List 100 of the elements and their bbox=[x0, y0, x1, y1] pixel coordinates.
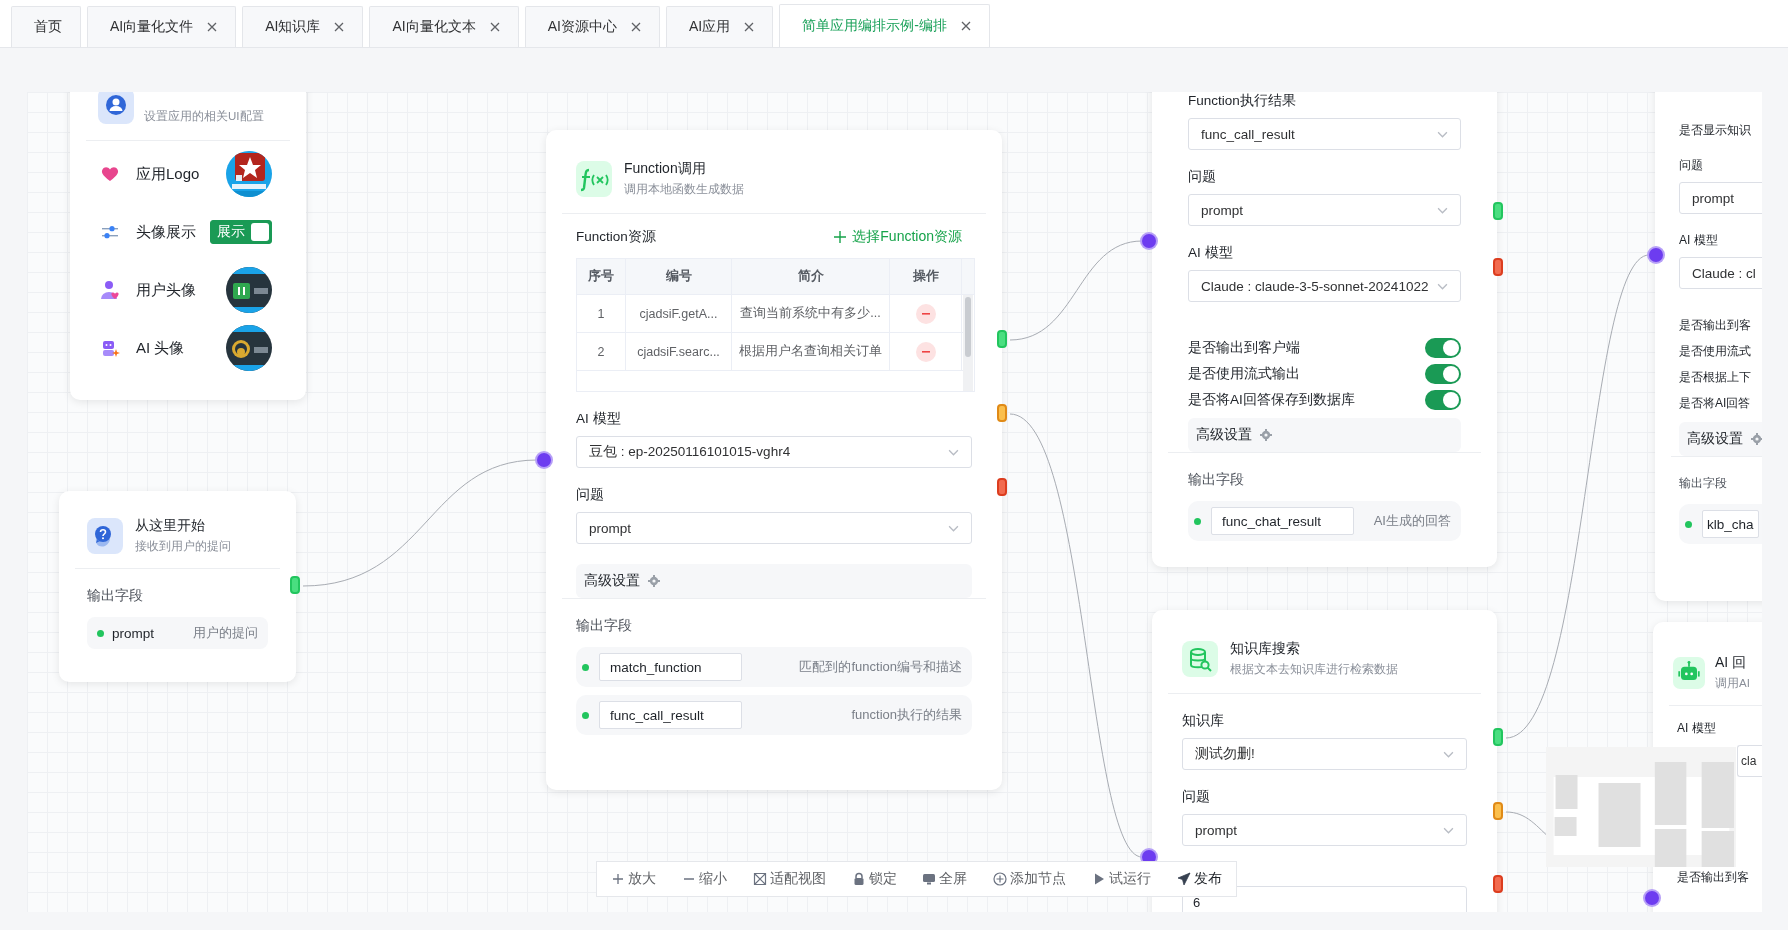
node-title: AI 回 bbox=[1715, 654, 1748, 672]
select-field[interactable]: Claude : cl bbox=[1679, 257, 1762, 289]
close-icon[interactable] bbox=[207, 22, 218, 32]
tab[interactable]: AI知识库 bbox=[242, 6, 364, 47]
remove-button[interactable] bbox=[915, 303, 936, 324]
status-dot bbox=[1685, 520, 1692, 528]
connection-handle[interactable] bbox=[1493, 202, 1503, 220]
field-label: AI 模型 bbox=[1677, 720, 1717, 737]
minus-icon bbox=[921, 312, 930, 315]
connection-handle[interactable] bbox=[997, 478, 1007, 496]
connection-handle[interactable] bbox=[1493, 875, 1503, 893]
select-field[interactable]: Claude : claude-3-5-sonnet-20241022 bbox=[1188, 270, 1461, 302]
function-icon bbox=[576, 160, 612, 197]
close-icon[interactable] bbox=[334, 22, 345, 32]
toolbar-button[interactable]: 全屏 bbox=[922, 870, 968, 888]
toolbar-button[interactable]: 发布 bbox=[1176, 870, 1222, 888]
option-label: 是否显示知识 bbox=[1679, 122, 1752, 139]
option-label: 是否使用流式 bbox=[1679, 343, 1752, 360]
toolbar-button[interactable]: 试运行 bbox=[1092, 870, 1152, 888]
table-cell: cjadsiF.getA... bbox=[626, 295, 732, 332]
chevron-down-icon bbox=[1443, 826, 1454, 834]
advanced-settings[interactable]: 高级设置 bbox=[1679, 422, 1762, 456]
tab[interactable]: AI向量化文本 bbox=[369, 6, 519, 47]
table-cell: cjadsiF.searc... bbox=[626, 333, 732, 370]
robot-icon bbox=[100, 338, 120, 358]
connection-handle[interactable] bbox=[997, 404, 1007, 422]
database-search-icon bbox=[1182, 640, 1218, 677]
question-chat-icon bbox=[87, 517, 123, 554]
section-label: Function资源 bbox=[576, 228, 656, 246]
connection-handle[interactable] bbox=[1649, 248, 1663, 262]
advanced-settings[interactable]: 高级设置 bbox=[1188, 418, 1461, 452]
input-field[interactable]: klb_cha bbox=[1702, 510, 1759, 538]
tab[interactable]: AI向量化文件 bbox=[87, 6, 237, 47]
connection-handle[interactable] bbox=[290, 576, 300, 594]
toggle-switch[interactable] bbox=[1425, 390, 1461, 410]
field-label: 问题 bbox=[576, 486, 605, 504]
close-icon[interactable] bbox=[630, 22, 641, 32]
input-field[interactable]: func_call_result bbox=[599, 701, 742, 729]
gear-icon bbox=[1751, 433, 1762, 445]
scrollbar-thumb[interactable] bbox=[965, 297, 971, 357]
option-label: 是否根据上下 bbox=[1679, 369, 1752, 386]
remove-button[interactable] bbox=[915, 341, 936, 362]
monitor-icon bbox=[922, 872, 937, 886]
advanced-settings[interactable]: 高级设置 bbox=[576, 564, 972, 598]
select-field[interactable]: cla bbox=[1737, 745, 1762, 777]
field-label: Function执行结果 bbox=[1188, 92, 1297, 110]
toolbar-button[interactable]: 添加节点 bbox=[993, 870, 1067, 888]
chevron-down-icon bbox=[1437, 130, 1448, 138]
gear-icon bbox=[1260, 429, 1272, 441]
option-label: 是否将AI回答 bbox=[1679, 395, 1752, 412]
close-icon[interactable] bbox=[744, 22, 755, 32]
select-field[interactable]: func_call_result bbox=[1188, 118, 1461, 150]
input-field[interactable]: match_function bbox=[599, 653, 742, 681]
input-field[interactable]: func_chat_result bbox=[1211, 507, 1354, 535]
node-title: Function调用 bbox=[624, 160, 707, 178]
connection-handle[interactable] bbox=[1493, 802, 1503, 820]
node-subtitle: 接收到用户的提问 bbox=[135, 539, 231, 554]
toolbar-button[interactable]: 缩小 bbox=[681, 870, 727, 888]
select-field[interactable]: 豆包 : ep-20250116101015-vghr4 bbox=[576, 436, 972, 468]
setting-label: 应用Logo bbox=[136, 164, 201, 184]
select-field[interactable]: prompt bbox=[1182, 814, 1467, 846]
connection-handle[interactable] bbox=[997, 330, 1007, 348]
chevron-down-icon bbox=[1437, 282, 1448, 290]
table-header-cell: 操作 bbox=[890, 259, 962, 294]
user-heart-icon bbox=[100, 280, 120, 300]
field-description: AI生成的回答 bbox=[1373, 512, 1451, 530]
field-description: function执行的结果 bbox=[851, 706, 962, 724]
toggle-switch[interactable]: 展示 bbox=[210, 220, 272, 244]
connection-handle[interactable] bbox=[537, 453, 551, 467]
tab[interactable]: 简单应用编排示例-编排 bbox=[779, 4, 990, 47]
toolbar-button[interactable]: 放大 bbox=[611, 870, 656, 888]
table-cell: 2 bbox=[577, 333, 626, 370]
connection-handle[interactable] bbox=[1493, 728, 1503, 746]
select-field[interactable]: prompt bbox=[1188, 194, 1461, 226]
connection-handle[interactable] bbox=[1493, 258, 1503, 276]
toggle-switch[interactable] bbox=[1425, 338, 1461, 358]
tab[interactable]: AI资源中心 bbox=[524, 6, 660, 47]
connection-handle[interactable] bbox=[1645, 891, 1659, 905]
gear-icon bbox=[648, 575, 660, 587]
select-field[interactable]: prompt bbox=[1679, 182, 1762, 214]
select-field[interactable]: 测试勿删! bbox=[1182, 738, 1467, 770]
toolbar-button[interactable]: 锁定 bbox=[851, 870, 897, 888]
close-icon[interactable] bbox=[960, 21, 971, 31]
connection-handle[interactable] bbox=[1142, 234, 1156, 248]
setting-label: 用户头像 bbox=[136, 280, 197, 300]
toggle-switch[interactable] bbox=[1425, 364, 1461, 384]
close-icon[interactable] bbox=[489, 22, 500, 32]
field-label: AI 模型 bbox=[1188, 244, 1234, 262]
option-label: 是否输出到客户端 bbox=[1188, 339, 1300, 357]
status-dot bbox=[582, 663, 589, 671]
field-description: 用户的提问 bbox=[193, 624, 258, 642]
tab[interactable]: 首页 bbox=[11, 6, 81, 47]
section-label: 输出字段 bbox=[87, 587, 144, 605]
select-field[interactable]: prompt bbox=[576, 512, 972, 544]
tab[interactable]: AI应用 bbox=[665, 6, 774, 47]
minus-icon bbox=[921, 350, 930, 353]
toolbar-button[interactable]: 适配视图 bbox=[752, 870, 826, 888]
setting-label: AI 头像 bbox=[136, 338, 186, 358]
sliders-icon bbox=[100, 225, 120, 239]
chevron-down-icon bbox=[948, 448, 959, 456]
